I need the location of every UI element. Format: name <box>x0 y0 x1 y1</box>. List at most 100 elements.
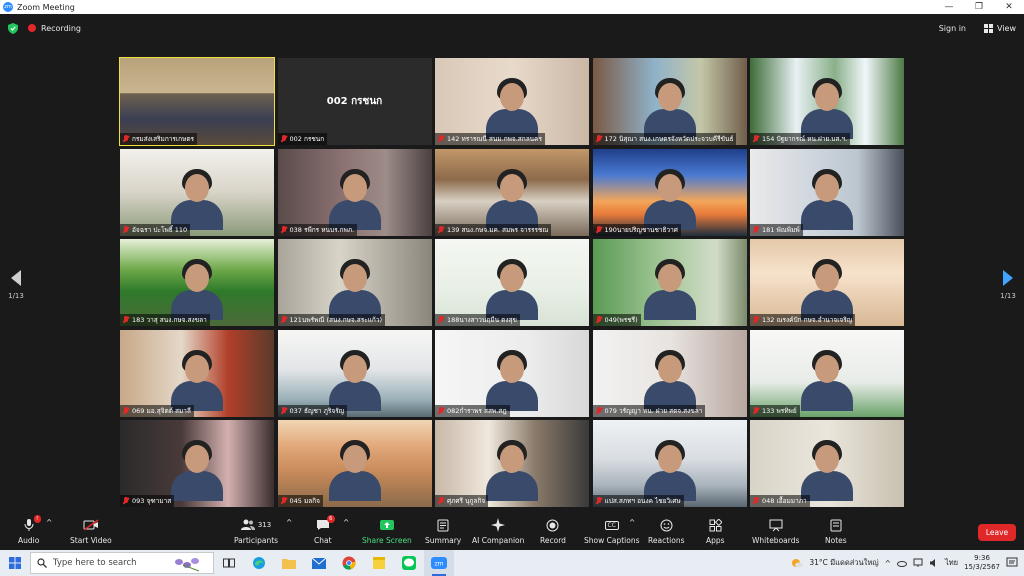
chat-badge: 6 <box>326 515 335 523</box>
participant-name: 183 วาสุ สนง.กษจ.สงขลา <box>132 316 207 324</box>
participant-tile[interactable]: 172 นิสุณา สนง.เกษตรจังหวัดประจวบคีรีขัน… <box>592 58 747 145</box>
close-button[interactable]: ✕ <box>994 0 1024 14</box>
tray-chevron-icon[interactable]: ^ <box>885 559 891 568</box>
participant-tile[interactable]: 181 พัณพิมพ์ <box>750 148 904 236</box>
participant-tile[interactable]: 121นพรัพณี (สนง.กษจ.สระแก้ว) <box>277 239 432 326</box>
edge-button[interactable] <box>244 550 274 576</box>
apps-button[interactable]: Apps <box>706 518 725 545</box>
participant-name-bar: 132 ณรงค์ปัก กษจ.อำนาจเจริญ <box>750 314 856 326</box>
zoom-taskbar-button[interactable]: zm <box>424 550 454 576</box>
system-tray: 31°C มีแดดส่วนใหญ่ ^ ไทย 9:36 15/3/2567 <box>791 550 1024 576</box>
record-button[interactable]: Record <box>540 518 566 545</box>
participant-figure <box>171 168 223 230</box>
network-icon[interactable] <box>913 558 923 568</box>
start-video-button[interactable]: Start Video <box>70 518 112 545</box>
zoom-logo-icon: zm <box>3 2 13 12</box>
participant-tile[interactable]: 093 จุฑามาส <box>120 420 274 507</box>
participant-tile[interactable]: แปส.สภทฯ อนงค ไชยวิเศษ <box>592 420 747 507</box>
participant-tile[interactable]: 079 วรัญญา หน. ฝาย สตจ.สงขลา <box>592 329 747 417</box>
whiteboards-button[interactable]: Whiteboards <box>752 518 799 545</box>
language-indicator[interactable]: ไทย <box>945 557 958 569</box>
audio-label: Audio <box>18 536 40 545</box>
participant-tile[interactable]: 082กำราพร สสพ.สฎ <box>435 329 589 417</box>
participant-figure <box>643 349 696 411</box>
audio-options-caret[interactable]: ^ <box>46 518 52 527</box>
chat-options-caret[interactable]: ^ <box>343 518 349 527</box>
captions-options-caret[interactable]: ^ <box>629 518 635 527</box>
participant-name-bar: 142 ทรารณนี สนม.กพจ.สกลนคร <box>435 133 545 145</box>
video-off-icon <box>83 518 99 532</box>
volume-icon[interactable] <box>929 558 939 568</box>
minimize-button[interactable]: — <box>934 0 964 14</box>
share-screen-button[interactable]: Share Screen <box>362 518 412 545</box>
participant-tile[interactable]: 069 มอ.สุจิตต์ สมาลี <box>120 329 274 417</box>
participant-tile[interactable]: กรมส่งเสริมการเกษตร <box>119 57 275 146</box>
participant-tile[interactable]: 045 มลกิจ <box>277 420 432 507</box>
participant-tile[interactable]: 133 พรทิพย์ <box>750 329 904 417</box>
participants-button[interactable]: 313 Participants <box>234 518 278 545</box>
whiteboard-icon <box>768 518 784 532</box>
sticky-notes-button[interactable] <box>364 550 394 576</box>
participant-figure <box>801 349 853 411</box>
participant-tile[interactable]: ศุภศรี นุกูลกิจ <box>435 420 589 507</box>
weather-text[interactable]: 31°C มีแดดส่วนใหญ่ <box>809 557 878 569</box>
participant-tile[interactable]: 002 กรชนก 002 กรชนก <box>277 58 432 145</box>
mic-muted-icon <box>281 225 287 234</box>
recording-label[interactable]: Recording <box>41 24 81 33</box>
participant-tile[interactable]: 049(พรชรี) <box>592 239 747 326</box>
participant-name: 037 ธัญชา ภูริจรัญ <box>289 406 345 415</box>
mic-muted-icon <box>438 225 444 234</box>
notifications-icon[interactable] <box>1006 557 1018 569</box>
participant-figure <box>486 439 538 501</box>
mic-muted-icon <box>753 225 759 234</box>
next-page-button[interactable]: 1/13 <box>998 270 1018 300</box>
search-icon <box>37 558 47 568</box>
participant-figure <box>171 349 223 411</box>
task-view-button[interactable] <box>214 550 244 576</box>
windows-start-button[interactable] <box>0 550 30 576</box>
audio-button[interactable]: ! Audio <box>18 515 41 545</box>
participant-figure <box>328 349 381 411</box>
line-button[interactable] <box>394 550 424 576</box>
participant-tile[interactable]: 038 รพีกร หนบร.กพภ. <box>277 148 432 236</box>
ai-companion-button[interactable]: AI Companion <box>472 518 524 545</box>
participant-tile[interactable]: 139 สนง.กษจ.มค. สมพร จารรรชณ <box>435 148 589 236</box>
prev-page-button[interactable]: 1/13 <box>6 270 26 300</box>
clock[interactable]: 9:36 15/3/2567 <box>964 554 1000 572</box>
mic-muted-icon <box>596 225 602 234</box>
participant-name: 049(พรชรี) <box>604 316 638 324</box>
mail-button[interactable] <box>304 550 334 576</box>
mail-icon <box>312 557 326 569</box>
chevron-right-icon <box>1003 270 1013 286</box>
sign-in-link[interactable]: Sign in <box>939 24 966 33</box>
summary-button[interactable]: Summary <box>425 518 461 545</box>
onedrive-icon[interactable] <box>896 558 907 568</box>
leave-button[interactable]: Leave <box>978 524 1016 541</box>
participant-tile[interactable]: อัจฉรา ปะโพธิ์ 110 <box>120 148 274 236</box>
file-explorer-button[interactable] <box>274 550 304 576</box>
chrome-button[interactable] <box>334 550 364 576</box>
shield-icon[interactable] <box>8 22 18 34</box>
participant-tile[interactable]: 188นางสาวนฤมีน ตงสุข <box>435 239 589 326</box>
taskbar-search-box[interactable]: Type here to search <box>30 552 214 574</box>
participant-tile[interactable]: 048 เอื้อมมาภา <box>750 420 904 507</box>
participants-options-caret[interactable]: ^ <box>286 518 292 527</box>
participant-tile[interactable]: 183 วาสุ สนง.กษจ.สงขลา <box>120 239 274 326</box>
participant-figure <box>486 77 538 139</box>
participant-tile[interactable]: 037 ธัญชา ภูริจรัญ <box>277 329 432 417</box>
recording-icon <box>28 24 36 32</box>
participant-tile[interactable]: 154 ปัฐยากรณ์ หน.ฝาย.บส.ฯ. <box>750 58 904 145</box>
participant-name-bar: ศุภศรี นุกูลกิจ <box>435 495 489 507</box>
participant-name: 133 พรทิพย์ <box>762 406 797 415</box>
chat-button[interactable]: 6 Chat <box>314 515 335 545</box>
participant-tile[interactable]: 190นายปริญชานชาธิวาศ <box>592 148 747 236</box>
search-placeholder: Type here to search <box>53 558 137 568</box>
restore-button[interactable]: ❐ <box>964 0 994 14</box>
participant-tile[interactable]: 132 ณรงค์ปัก กษจ.อำนาจเจริญ <box>750 239 904 326</box>
reactions-button[interactable]: Reactions <box>648 518 684 545</box>
participant-tile[interactable]: 142 ทรารณนี สนม.กพจ.สกลนคร <box>435 58 589 145</box>
notes-button[interactable]: Notes <box>825 518 847 545</box>
participant-name: 172 นิสุณา สนง.เกษตรจังหวัดประจวบคีรีขัน… <box>604 135 734 143</box>
participant-name: อัจฉรา ปะโพธิ์ 110 <box>132 225 188 234</box>
view-button[interactable]: View <box>984 23 1016 33</box>
